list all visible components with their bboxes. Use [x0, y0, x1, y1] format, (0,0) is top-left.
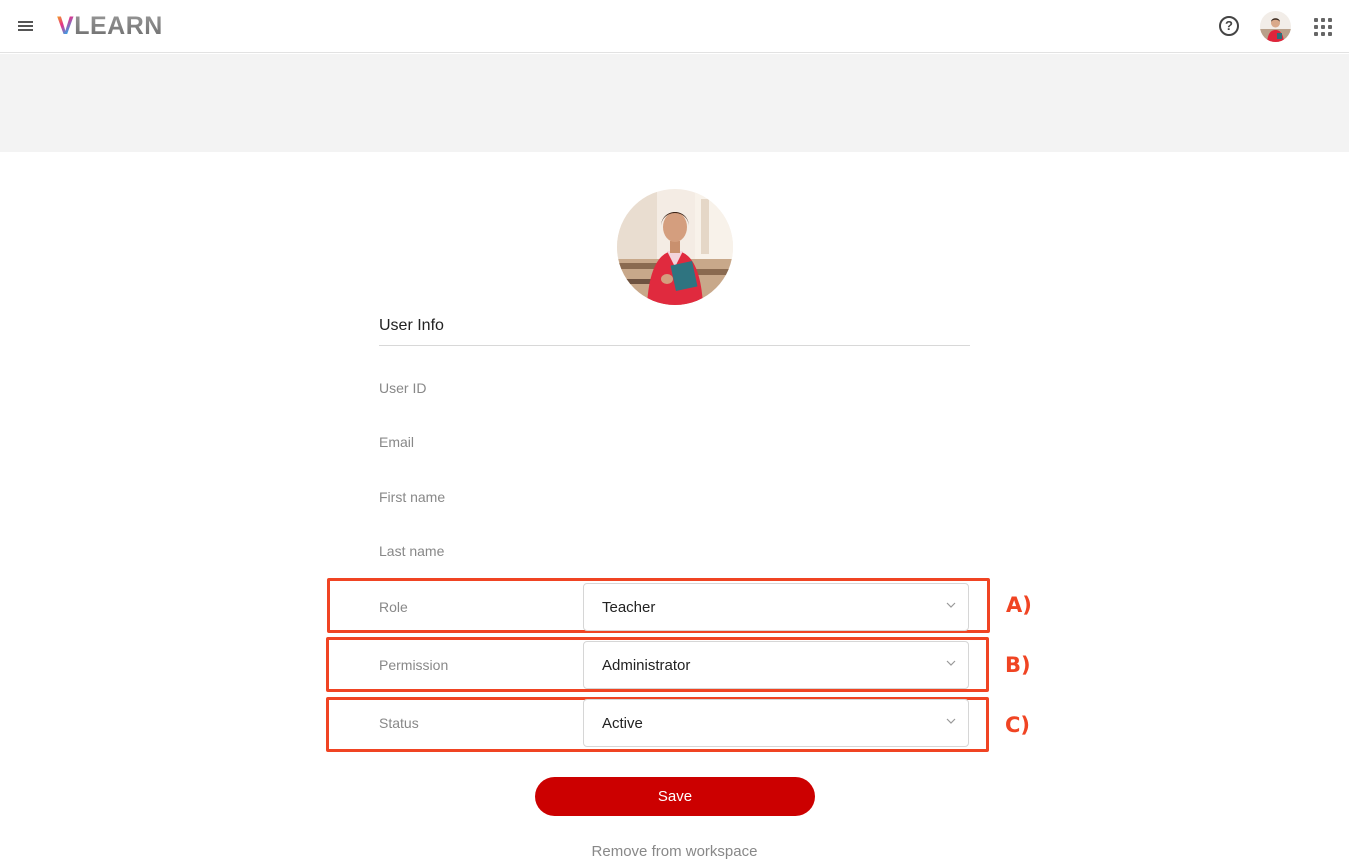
logo-v: V: [57, 12, 75, 40]
status-label: Status: [379, 715, 419, 731]
chevron-down-icon: [946, 602, 956, 608]
chevron-down-icon: [946, 718, 956, 724]
permission-select[interactable]: Administrator: [583, 641, 969, 689]
role-value: Teacher: [602, 599, 656, 616]
email-label: Email: [379, 434, 415, 450]
page-banner: [0, 54, 1349, 152]
top-bar: VLEARN ?: [0, 0, 1349, 53]
section-divider: [379, 345, 970, 346]
permission-value: Administrator: [602, 657, 691, 674]
help-icon[interactable]: ?: [1219, 16, 1239, 36]
first-name-label: First name: [379, 489, 446, 505]
annotation-c: C): [1005, 713, 1031, 737]
vlearn-logo[interactable]: VLEARN: [57, 13, 163, 39]
annotation-a: A): [1006, 593, 1032, 617]
apps-grid-icon[interactable]: [1314, 18, 1332, 36]
logo-text: LEARN: [74, 12, 163, 40]
remove-from-workspace-link[interactable]: Remove from workspace: [0, 843, 1349, 860]
profile-photo[interactable]: [617, 189, 733, 305]
user-id-label: User ID: [379, 380, 427, 396]
status-value: Active: [602, 715, 643, 732]
chevron-down-icon: [946, 660, 956, 666]
menu-icon[interactable]: [16, 16, 36, 36]
status-select[interactable]: Active: [583, 699, 969, 747]
role-select[interactable]: Teacher: [583, 583, 969, 631]
user-avatar[interactable]: [1260, 11, 1291, 42]
annotation-b: B): [1005, 653, 1031, 677]
role-label: Role: [379, 599, 408, 615]
section-title: User Info: [379, 317, 444, 334]
save-button[interactable]: Save: [535, 777, 815, 816]
permission-label: Permission: [379, 657, 449, 673]
last-name-label: Last name: [379, 543, 445, 559]
